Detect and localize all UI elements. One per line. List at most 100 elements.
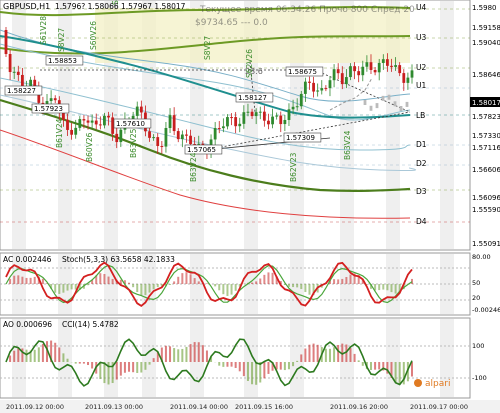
ao-cci-panel[interactable]: AO 0.000696 CCI(14) 5.4782 alpari: [0, 317, 471, 399]
candle-body: [74, 127, 78, 135]
ac-bar: [128, 282, 131, 284]
trading-chart[interactable]: 1.582271.579231.588531.576101.570651.581…: [0, 0, 500, 413]
ao-bar: [328, 348, 331, 362]
ao-bar: [78, 362, 81, 364]
ac-bar: [292, 284, 295, 288]
candle-body: [176, 131, 180, 140]
candle-body: [390, 65, 393, 67]
price-tick: 1.5980: [472, 4, 497, 12]
projection-candle: [399, 105, 403, 111]
candle-body: [283, 119, 287, 125]
ao-bar: [283, 362, 286, 371]
wave-label: B63V25: [129, 128, 138, 158]
ao-bar: [181, 348, 184, 362]
projection-candle: [393, 101, 397, 107]
session-stripe: [104, 319, 118, 397]
ao-bar: [353, 353, 356, 362]
ac-bar: [21, 276, 24, 284]
candle-body: [262, 111, 266, 121]
ao-bar: [58, 347, 61, 362]
price-panel[interactable]: 1.582271.579231.588531.576101.570651.581…: [0, 0, 471, 251]
ao-bar: [304, 348, 307, 362]
ao-bar: [185, 346, 188, 362]
ao-bar: [378, 362, 381, 370]
candle-body: [254, 112, 258, 117]
symbol-label: GBPUSD,H1: [3, 2, 50, 11]
ac-bar: [9, 278, 12, 284]
ac-bar: [308, 284, 311, 295]
candle-body: [103, 115, 106, 126]
time-tick: 2011.09.14 00:00: [170, 403, 228, 411]
candle-body: [164, 128, 168, 147]
candle-body: [8, 54, 12, 73]
ao-bar: [316, 344, 319, 362]
candle-body: [33, 79, 37, 87]
candle-body: [357, 71, 361, 76]
candle-body: [369, 62, 373, 70]
candle-body: [238, 123, 242, 127]
ao-bar: [82, 362, 85, 364]
candle-body: [332, 69, 336, 81]
level-label: LB: [416, 111, 425, 120]
price-annotation: 1.57610: [116, 120, 145, 128]
candle-body: [242, 112, 246, 124]
cci-label: CCI(14) 5.4782: [62, 320, 119, 329]
ao-bar: [74, 362, 77, 364]
session-stripe: [244, 319, 258, 397]
status-overlay-line1: Текущее время 06:34:26 Прочо 800 Спред 2…: [199, 5, 415, 15]
candle-body: [250, 111, 254, 117]
candle-body: [258, 111, 262, 113]
ao-bar: [222, 362, 225, 367]
candle-body: [115, 133, 119, 143]
candle-body: [185, 134, 188, 136]
price-tick: 1.57330: [472, 132, 500, 140]
candle-body: [349, 66, 352, 78]
candle-body: [279, 115, 283, 125]
ac-scale-tick: 20: [472, 294, 480, 302]
candle-body: [94, 120, 98, 125]
ac-bar: [304, 284, 307, 293]
wave-label: B62V23: [289, 152, 298, 182]
price-annotation: 1.58853: [48, 57, 77, 65]
ac-bar: [255, 281, 258, 284]
ac-scale-tick: 50: [472, 279, 480, 287]
ac-bar: [234, 284, 237, 291]
ac-bar: [173, 281, 176, 284]
ac-bar: [169, 284, 172, 285]
candle-body: [230, 117, 233, 119]
projection-candle: [375, 103, 379, 109]
ao-bar: [218, 362, 221, 366]
ao-bar: [259, 362, 262, 383]
price-tick: 1.57116: [472, 144, 500, 152]
current-price: 1.58017: [472, 99, 500, 107]
candle-body: [217, 128, 221, 130]
ac-bar: [99, 273, 102, 284]
ac-bar: [136, 284, 139, 293]
ac-scale-tick: -0.00246: [472, 306, 500, 314]
ac-bar: [349, 274, 352, 284]
projection-candle: [405, 101, 409, 107]
candle-body: [86, 120, 90, 123]
ao-bar: [197, 342, 200, 362]
ac-bar: [111, 278, 114, 284]
ao-bar: [132, 362, 135, 373]
wave-label: S60V26: [89, 21, 98, 50]
ac-bar: [214, 284, 217, 287]
ac-bar: [230, 284, 233, 295]
ao-bar: [152, 358, 155, 362]
alpari-logo-mark: [414, 379, 422, 387]
ac-bar: [66, 284, 69, 291]
candle-body: [344, 77, 348, 85]
candle-body: [139, 106, 143, 113]
wave-label: S8V27: [203, 36, 212, 60]
level-label: D4: [416, 217, 427, 226]
price-tick: 1.55091: [472, 240, 500, 248]
candle-body: [12, 71, 16, 73]
candle-body: [78, 119, 82, 128]
price-annotation: 1.57923: [34, 105, 63, 113]
ao-bar: [103, 362, 106, 384]
wave-label: S61V28: [39, 16, 48, 45]
ao-bar: [287, 362, 290, 370]
ao-bar: [312, 343, 315, 362]
ac-stochastic-panel[interactable]: AC 0.002446 Stoch(5,3,3) 63.5658 42.1833: [0, 252, 471, 316]
